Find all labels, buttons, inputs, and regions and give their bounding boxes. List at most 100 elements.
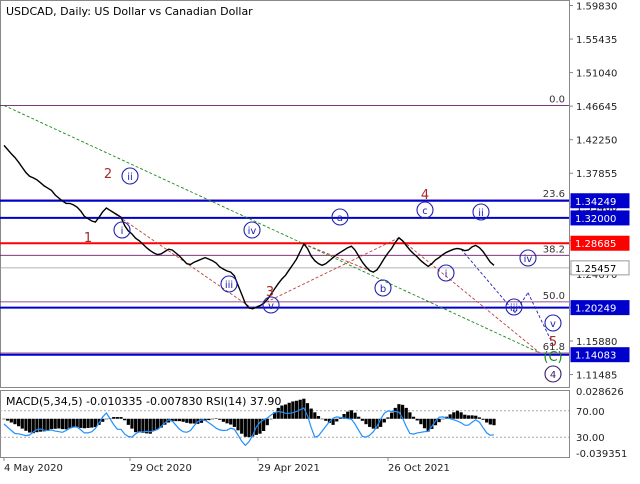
macd-bar <box>181 418 185 422</box>
macd-bar <box>368 418 372 427</box>
macd-bar <box>6 418 10 421</box>
macd-bar <box>192 418 196 424</box>
macd-bar <box>232 418 236 427</box>
macd-bar <box>422 418 427 429</box>
macd-bar <box>313 412 317 419</box>
macd-bar <box>470 415 474 419</box>
macd-bar <box>24 418 28 431</box>
x-tick-label: 29 Oct 2020 <box>130 463 192 474</box>
macd-bar <box>320 418 324 420</box>
y-tick-label: 1.42250 <box>576 136 617 147</box>
macd-bar <box>492 418 496 426</box>
y-axis: 1.59830 1.55435 1.51040 1.46645 1.42250 1.378… <box>569 1 617 382</box>
macd-bar <box>225 418 229 424</box>
price-label-text: 1.20249 <box>575 304 616 315</box>
x-tick-label: 26 Oct 2021 <box>388 463 450 474</box>
macd-bar <box>459 412 463 419</box>
fibonacci-levels: 0.023.638.250.061.8 <box>0 94 569 356</box>
macd-bar <box>324 418 328 421</box>
macd-bar <box>112 417 116 419</box>
indicator-tick-label: 0.028626 <box>576 387 624 398</box>
chart-window: 0.0 23.6 38.2 50.0 61.8 1 2 3 4 5 i ii iii iv v a b c i ii… <box>0 0 640 480</box>
chart-title: USDCAD, Daily: US Dollar vs Canadian Dol… <box>6 5 253 18</box>
wave-label: 4 <box>550 370 556 381</box>
price-label-text: 1.28685 <box>575 239 616 250</box>
macd-bar <box>291 401 295 419</box>
macd-bar <box>75 418 79 428</box>
indicator-title: MACD(5,34,5) -0.010335 -0.007830 RSI(14)… <box>6 395 281 408</box>
macd-bar <box>174 418 178 422</box>
macd-bar <box>27 418 32 433</box>
macd-bar <box>309 408 313 419</box>
macd-bar <box>364 418 368 425</box>
wave-label: iv <box>248 226 257 237</box>
macd-bar <box>437 418 441 423</box>
wave-label: ii <box>478 208 484 219</box>
price-label-text: 1.14083 <box>575 351 616 362</box>
macd-bar <box>393 407 397 419</box>
main-pane-frame <box>0 0 570 388</box>
macd-bar <box>2 418 6 420</box>
macd-bar <box>46 418 50 431</box>
macd-bar <box>68 418 72 428</box>
wave-annotations: 12345iiiiiiivvabciiiiiiivv(C)4 <box>84 167 563 383</box>
macd-bar <box>71 418 76 428</box>
wave-label: ii <box>127 172 133 183</box>
macd-bar <box>53 418 57 429</box>
wave-line <box>106 207 253 310</box>
y-tick-label: 1.51040 <box>576 69 617 80</box>
macd-bar <box>481 418 485 420</box>
wave-label: i <box>445 269 448 280</box>
macd-bar <box>265 418 269 426</box>
wave-label: b <box>380 284 386 295</box>
trend-line <box>3 105 541 354</box>
macd-bar <box>49 418 54 429</box>
macd-bar <box>287 402 291 419</box>
macd-bar <box>20 418 24 429</box>
macd-bar <box>17 418 21 427</box>
macd-bar <box>411 416 416 419</box>
x-tick-label: 4 May 2020 <box>4 463 63 474</box>
macd-bar <box>466 415 471 419</box>
y-tick-label: 1.11485 <box>576 371 617 382</box>
macd-bar <box>119 417 123 419</box>
macd-bar <box>488 418 492 425</box>
macd-bar <box>404 407 408 419</box>
wave-label: i <box>121 226 124 237</box>
macd-bar <box>134 418 138 433</box>
indicator-tick-label: 70.00 <box>576 407 605 418</box>
wave-label: (C) <box>543 350 562 365</box>
wave-label: 4 <box>421 188 429 203</box>
macd-bar <box>86 418 90 428</box>
wave-label: iii <box>225 280 233 291</box>
wave-label: v <box>550 319 556 330</box>
price-label-text: 1.32000 <box>575 214 616 225</box>
macd-bar <box>229 418 233 425</box>
macd-bar <box>130 418 134 429</box>
macd-bar <box>79 418 83 428</box>
wave-lines <box>3 105 554 354</box>
macd-bar <box>60 418 65 430</box>
fib-level-label: 0.0 <box>549 94 565 105</box>
x-axis: 4 May 2020 29 Oct 2020 29 Apr 2021 26 Oct 2… <box>3 457 450 474</box>
wave-label: 1 <box>84 231 92 246</box>
macd-bar <box>386 417 390 419</box>
wave-label: a <box>337 213 343 224</box>
macd-bar <box>316 416 321 419</box>
y-tick-label: 1.59830 <box>576 1 617 12</box>
macd-bar <box>64 418 68 430</box>
macd-bar <box>360 418 364 421</box>
y-tick-label: 1.15880 <box>576 337 617 348</box>
macd-bar <box>82 418 87 429</box>
macd-bar <box>137 418 141 433</box>
y-tick-label: 1.55435 <box>576 35 617 46</box>
macd-bar <box>177 418 182 422</box>
fib-level-label: 23.6 <box>543 189 565 200</box>
macd-bar <box>357 416 361 419</box>
macd-bar <box>269 418 273 420</box>
macd-bar <box>9 418 13 423</box>
macd-bar <box>240 418 244 434</box>
wave-label: 2 <box>104 167 112 182</box>
wave-label: v <box>268 301 274 312</box>
macd-bar <box>185 418 189 423</box>
